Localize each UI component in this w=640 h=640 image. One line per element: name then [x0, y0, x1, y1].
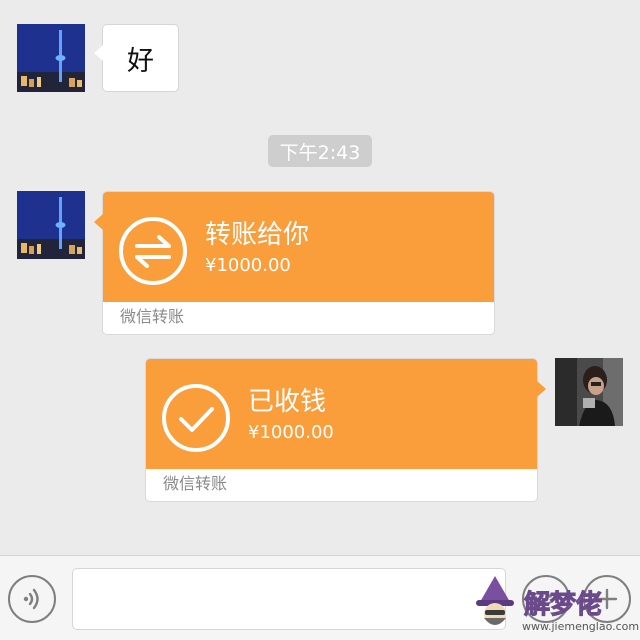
- transfer-amount: ¥1000.00: [248, 422, 334, 443]
- bubble-tail: [94, 45, 103, 61]
- person-picture: [555, 358, 623, 426]
- bubble-tail: [94, 214, 103, 230]
- transfer-amount: ¥1000.00: [205, 255, 291, 276]
- contact-avatar[interactable]: [17, 24, 85, 92]
- transfer-card-header: 已收钱 ¥1000.00: [146, 359, 546, 469]
- site-watermark: 解梦佬 www.jiemenglao.com: [470, 568, 640, 640]
- incoming-transfer-card[interactable]: 转账给你 ¥1000.00 微信转账: [94, 191, 495, 335]
- timestamp-pill: 下午2:43: [268, 135, 372, 167]
- received-transfer-card[interactable]: 已收钱 ¥1000.00 微信转账: [145, 358, 546, 502]
- transfer-title: 已收钱: [248, 387, 327, 417]
- voice-icon: [23, 588, 39, 610]
- chat-area: 好 下午2:43 转账给你 ¥1000.00 微信转账 已收钱 ¥1000.00…: [0, 0, 640, 555]
- transfer-title: 转账给你: [205, 220, 310, 250]
- transfer-card-header: 转账给你 ¥1000.00: [94, 192, 494, 302]
- watermark-logo-text: 解梦佬: [523, 590, 603, 621]
- transfer-footer: 微信转账: [163, 474, 228, 493]
- checkmark-icon: [162, 384, 230, 452]
- contact-avatar[interactable]: [17, 191, 85, 259]
- transfer-arrows-icon: [119, 217, 187, 285]
- message-input[interactable]: [72, 568, 506, 630]
- bubble-tail: [537, 381, 546, 397]
- text-message-bubble[interactable]: 好: [94, 24, 179, 92]
- voice-button[interactable]: [8, 575, 56, 623]
- tower-picture: [17, 24, 85, 92]
- transfer-footer: 微信转账: [120, 307, 185, 326]
- tower-picture: [17, 191, 85, 259]
- timestamp-text: 下午2:43: [279, 141, 361, 164]
- message-text: 好: [127, 45, 154, 77]
- watermark-url: www.jiemenglao.com: [522, 620, 640, 633]
- wizard-logo-icon: [476, 576, 514, 625]
- self-avatar[interactable]: [555, 358, 623, 426]
